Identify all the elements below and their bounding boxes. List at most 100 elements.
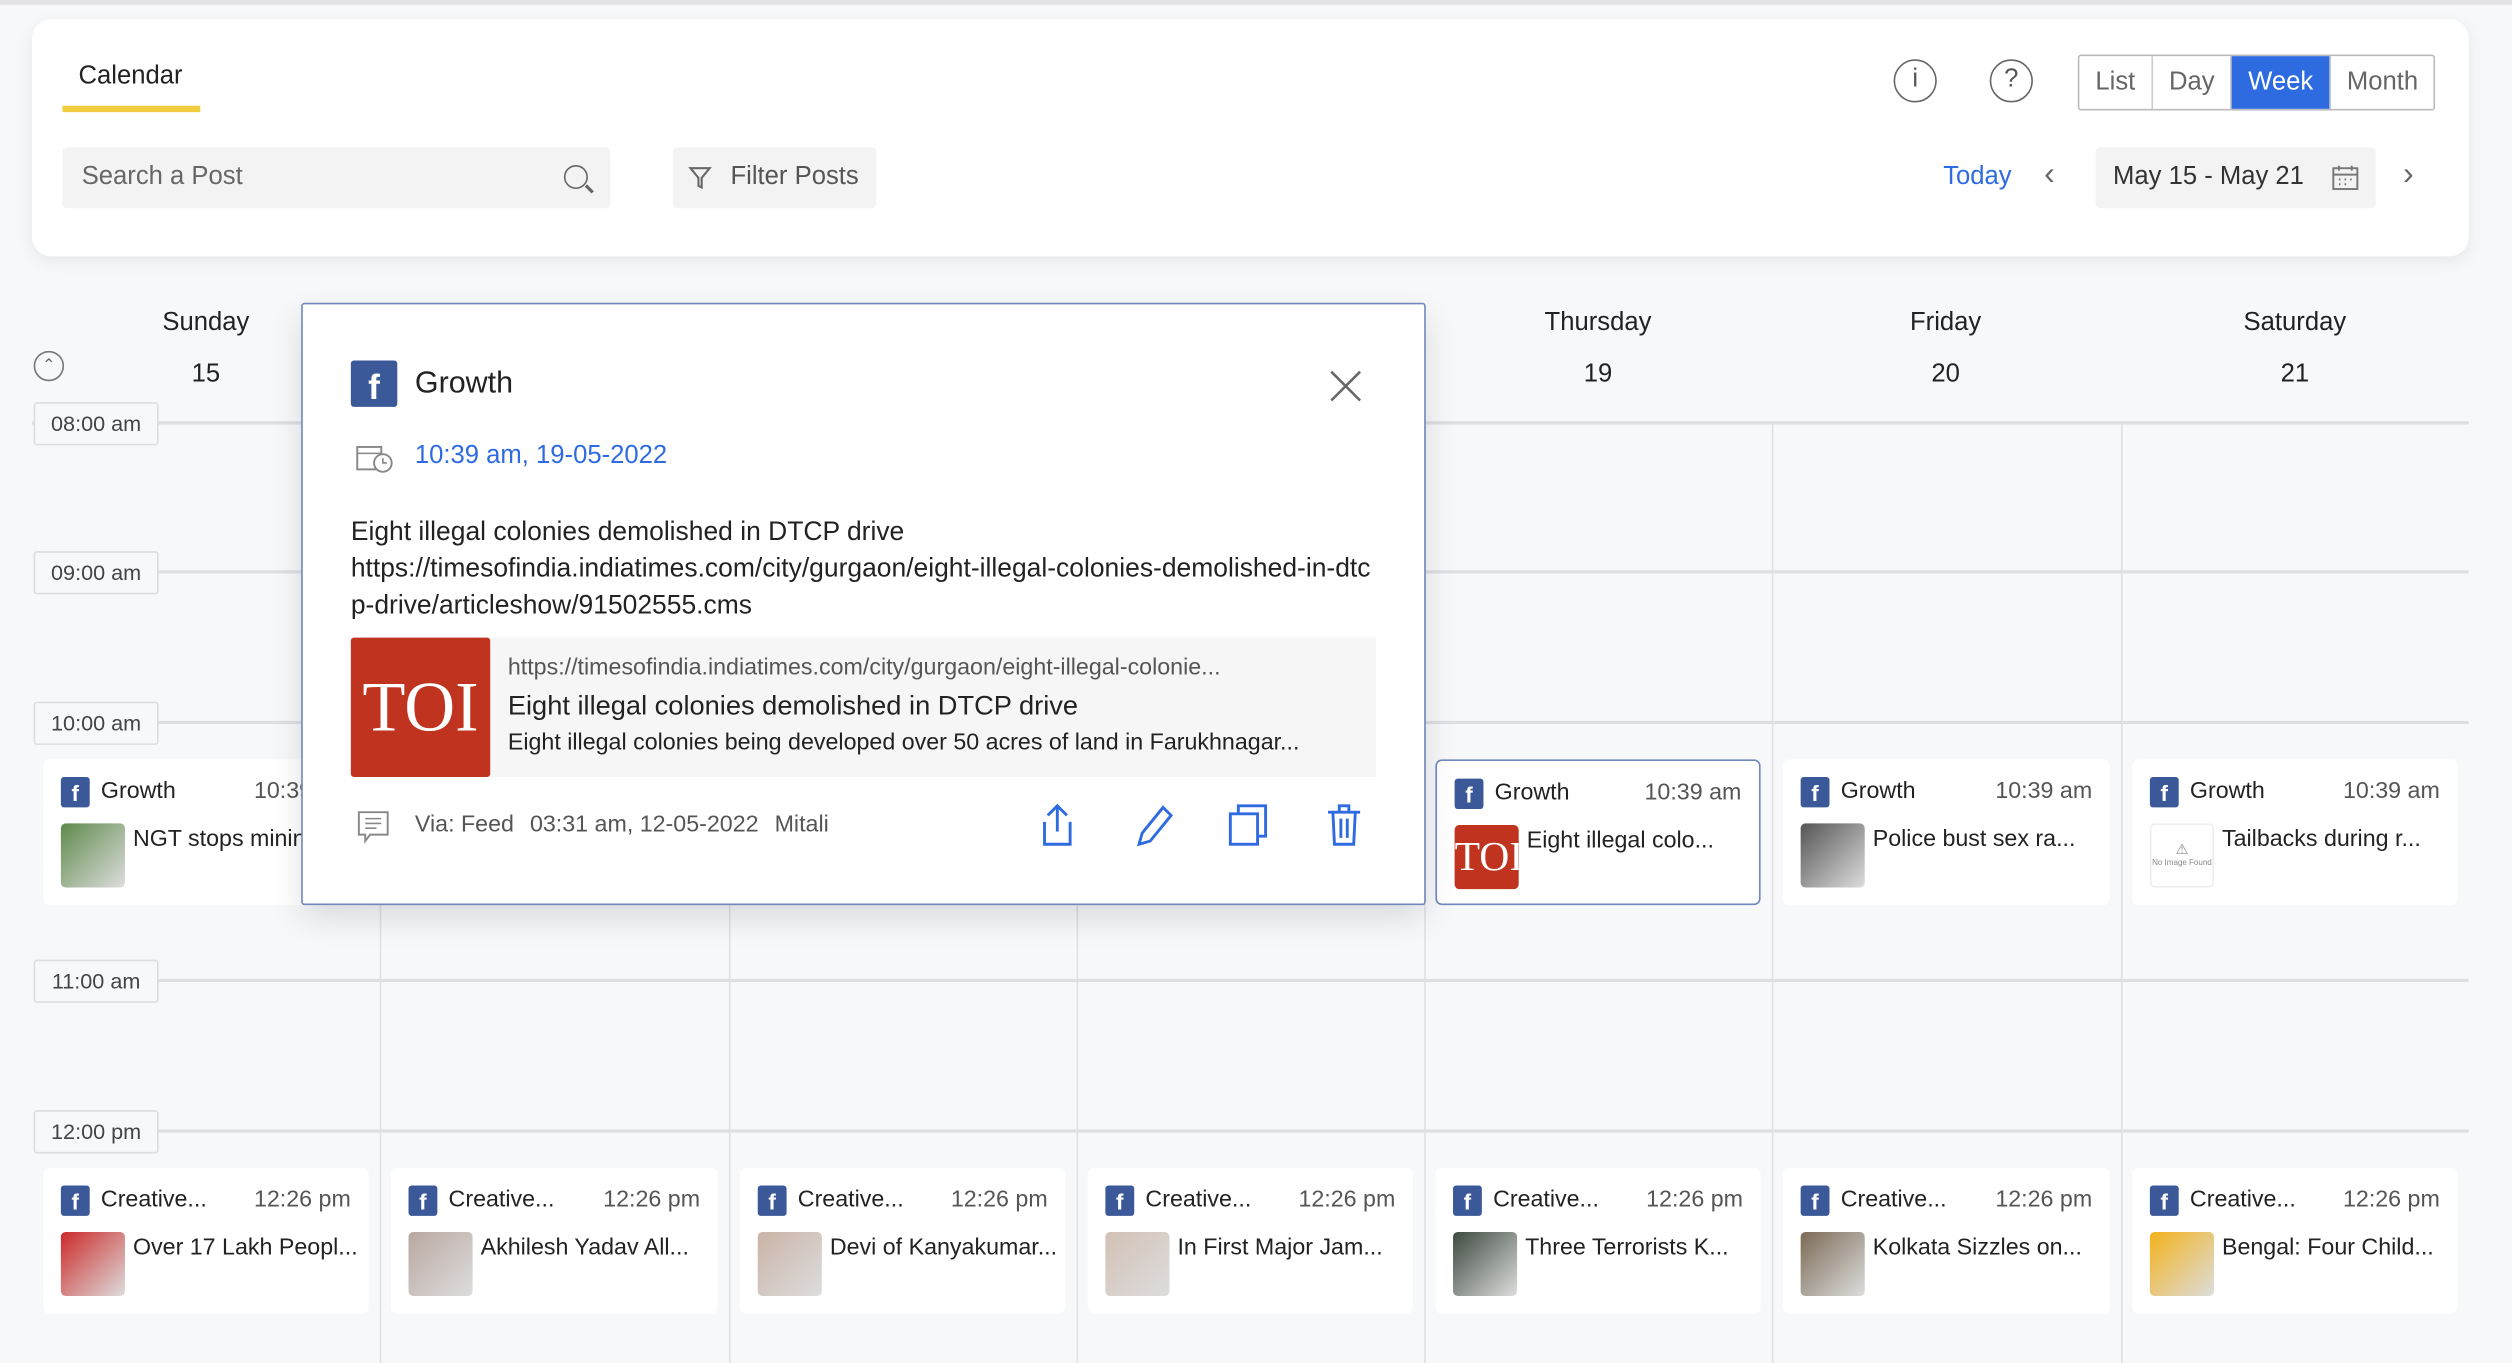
post-account: Creative...: [797, 1187, 904, 1213]
post-title: Akhilesh Yadav All...: [480, 1235, 689, 1261]
post-thumbnail: [2149, 1231, 2214, 1297]
day-header-thursday[interactable]: Thursday 19: [1424, 309, 1772, 389]
post-card[interactable]: f Creative... 12:26 pm Bengal: Four Chil…: [2132, 1167, 2458, 1314]
filter-label: Filter Posts: [730, 163, 859, 191]
preview-description: Eight illegal colonies being developed o…: [507, 730, 1300, 757]
search-input[interactable]: Search a Post: [62, 147, 611, 209]
popup-meta: Via: Feed 03:31 am, 12-05-2022 Mitali: [415, 812, 829, 838]
day-date: 21: [2280, 360, 2310, 388]
time-slot-label: 09:00 am: [33, 551, 159, 595]
duplicate-icon[interactable]: [1227, 803, 1269, 848]
date-range-picker[interactable]: May 15 - May 21: [2095, 147, 2376, 209]
time-slot-label: 08:00 am: [33, 402, 159, 446]
post-time: 10:39 am: [2342, 778, 2440, 805]
facebook-icon: f: [60, 776, 90, 808]
post-card[interactable]: f Creative... 12:26 pm Devi of Kanyakuma…: [740, 1167, 1066, 1314]
day-name: Saturday: [2243, 309, 2347, 337]
post-thumbnail: [408, 1231, 473, 1297]
popup-via: Via: Feed: [414, 812, 514, 838]
post-title: Bengal: Four Child...: [2221, 1235, 2434, 1261]
post-card[interactable]: f Creative... 12:26 pm Over 17 Lakh Peop…: [43, 1167, 369, 1314]
post-card[interactable]: f Creative... 12:26 pm Kolkata Sizzles o…: [1783, 1167, 2110, 1314]
post-card[interactable]: f Growth 10:39 am TOI Eight illegal colo…: [1435, 759, 1761, 906]
post-thumbnail: [1800, 823, 1865, 888]
facebook-icon: f: [1800, 1185, 1830, 1216]
tab-calendar[interactable]: Calendar: [78, 62, 182, 91]
popup-scheduled-time[interactable]: 10:39 am, 19-05-2022: [415, 442, 667, 471]
search-icon[interactable]: [563, 165, 588, 190]
calendar-header: Calendar Search a Post Filter Posts i ? …: [32, 19, 2469, 257]
popup-body-url[interactable]: https://timesofindia.indiatimes.com/city…: [351, 551, 1376, 625]
post-time: 12:26 pm: [950, 1187, 1048, 1213]
facebook-icon: f: [1453, 1185, 1482, 1216]
post-title: Over 17 Lakh Peopl...: [132, 1235, 358, 1261]
popup-body: Eight illegal colonies demolished in DTC…: [351, 514, 1376, 625]
post-account: Creative...: [448, 1187, 555, 1213]
time-slot-label: 11:00 am: [33, 959, 159, 1003]
post-title: Three Terrorists K...: [1525, 1235, 1729, 1261]
post-thumbnail: [1105, 1231, 1170, 1297]
active-tab-indicator: [62, 105, 201, 113]
day-name: Friday: [1910, 309, 1982, 337]
day-date: 19: [1583, 360, 1613, 388]
popup-body-text: Eight illegal colonies demolished in DTC…: [350, 517, 905, 547]
day-name: Thursday: [1544, 309, 1652, 337]
filter-posts-button[interactable]: Filter Posts: [672, 147, 877, 209]
popup-created: 03:31 am, 12-05-2022: [529, 812, 759, 838]
no-image-text: No Image Found: [2152, 858, 2212, 869]
share-icon[interactable]: [1038, 803, 1076, 848]
post-thumbnail: ⚠ No Image Found: [2149, 823, 2214, 888]
post-thumbnail: [1800, 1231, 1865, 1297]
search-placeholder: Search a Post: [81, 163, 243, 191]
calendar-icon: [2332, 165, 2359, 190]
date-range-text: May 15 - May 21: [2113, 163, 2304, 191]
post-title: In First Major Jam...: [1177, 1235, 1383, 1261]
post-card[interactable]: f Growth 10:39 am ⚠ No Image Found Tailba…: [2132, 759, 2458, 906]
help-icon[interactable]: ?: [1989, 59, 2033, 103]
edit-icon[interactable]: [1133, 803, 1175, 848]
post-time: 12:26 pm: [1646, 1187, 1743, 1213]
post-account: Creative...: [1145, 1187, 1252, 1213]
post-time: 12:26 pm: [2342, 1187, 2440, 1213]
warning-icon: ⚠: [2175, 841, 2189, 858]
hour-line: [156, 1129, 2469, 1133]
facebook-icon: f: [1454, 778, 1484, 810]
time-slot-label: 10:00 am: [33, 701, 159, 745]
post-card[interactable]: f Creative... 12:26 pm In First Major Ja…: [1087, 1167, 1413, 1314]
view-week-button[interactable]: Week: [2232, 56, 2331, 109]
post-time: 12:26 pm: [253, 1187, 351, 1213]
view-month-button[interactable]: Month: [2331, 56, 2434, 109]
top-divider: [0, 0, 2512, 5]
post-time: 12:26 pm: [1298, 1187, 1396, 1213]
view-list-button[interactable]: List: [2079, 56, 2153, 109]
link-preview[interactable]: TOI https://timesofindia.indiatimes.com/…: [350, 637, 1377, 777]
post-title: Eight illegal colo...: [1526, 828, 1714, 854]
preview-title: Eight illegal colonies demolished in DTC…: [507, 690, 1079, 721]
today-button[interactable]: Today: [1943, 163, 2011, 192]
delete-icon[interactable]: [1326, 803, 1361, 848]
facebook-icon: f: [60, 1185, 90, 1216]
post-title: Police bust sex ra...: [1872, 826, 2076, 853]
view-day-button[interactable]: Day: [2153, 56, 2233, 109]
info-icon[interactable]: i: [1893, 59, 1937, 103]
day-header-saturday[interactable]: Saturday 21: [2121, 309, 2469, 389]
hour-line: [156, 978, 2469, 983]
facebook-icon: f: [757, 1185, 787, 1216]
post-thumbnail: [60, 823, 125, 888]
post-card[interactable]: f Growth 10:39 am Police bust sex ra...: [1783, 759, 2110, 906]
post-thumbnail: TOI: [1454, 825, 1519, 890]
day-header-friday[interactable]: Friday 20: [1772, 309, 2120, 389]
post-time: 10:39 am: [1995, 778, 2093, 805]
post-card[interactable]: f Creative... 12:26 pm Three Terrorists …: [1435, 1167, 1761, 1314]
day-column-divider: [2121, 422, 2123, 1363]
facebook-icon: f: [2149, 776, 2179, 808]
chevron-left-icon[interactable]: ‹: [2044, 157, 2055, 194]
chevron-right-icon[interactable]: ›: [2403, 157, 2414, 194]
post-account: Growth: [100, 778, 176, 805]
popup-account-name: Growth: [414, 366, 514, 401]
post-title: Kolkata Sizzles on...: [1872, 1235, 2082, 1261]
post-card[interactable]: f Creative... 12:26 pm Akhilesh Yadav Al…: [390, 1167, 718, 1314]
post-account: Creative...: [2189, 1187, 2296, 1213]
close-icon[interactable]: [1328, 368, 1363, 403]
post-account: Growth: [1494, 780, 1570, 806]
